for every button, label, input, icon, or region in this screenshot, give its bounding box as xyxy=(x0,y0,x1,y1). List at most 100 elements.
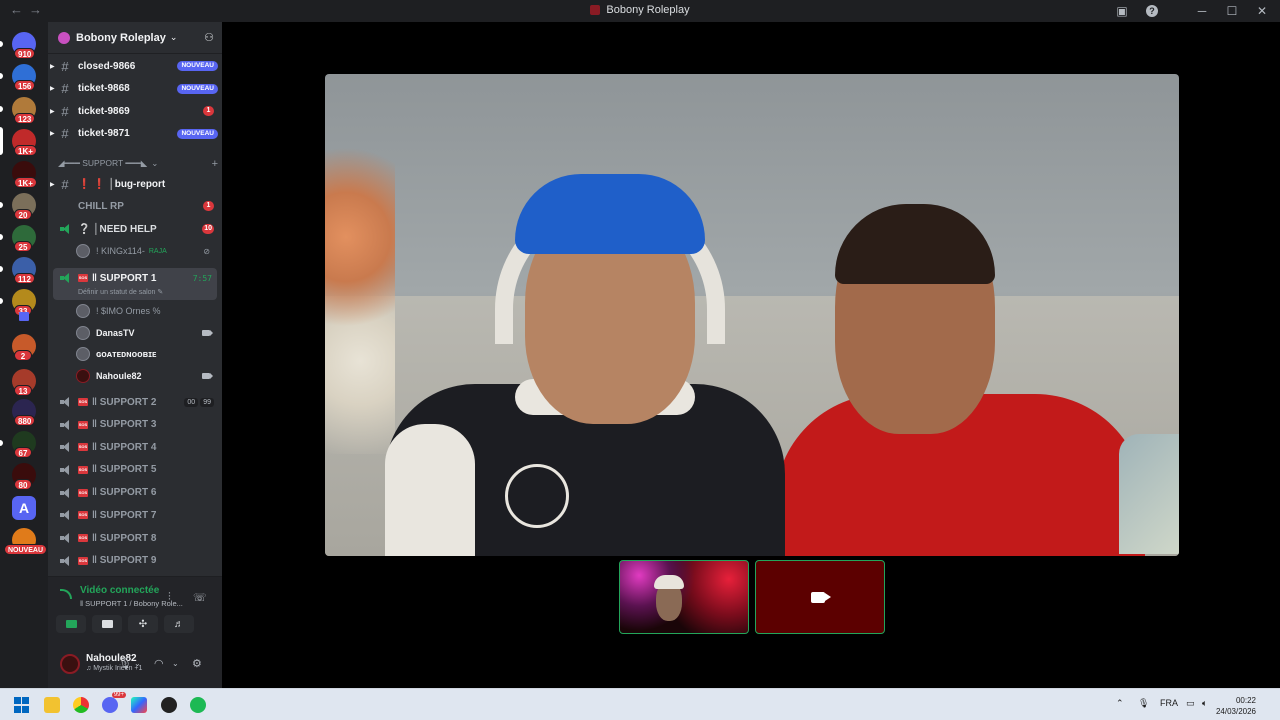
spotify-icon[interactable] xyxy=(190,697,206,713)
voice-member[interactable]: DanasTV xyxy=(76,324,216,342)
chevron-down-icon: ⌄ xyxy=(151,158,159,168)
channel-label: ticket-9871 xyxy=(78,128,130,139)
activities-button[interactable]: ✣ xyxy=(128,615,158,633)
unread-pill xyxy=(0,73,3,79)
mention-badge: 910 xyxy=(14,48,36,59)
disconnect-icon[interactable]: ☏ xyxy=(193,591,207,604)
clock-date: 24/03/2026 xyxy=(1215,707,1256,716)
channel-chill-rp[interactable]: CHILL RP 1 xyxy=(54,196,218,216)
voice-status[interactable]: Vidéo connectée xyxy=(80,585,159,596)
mention-badge: 25 xyxy=(14,241,32,252)
headphones-icon[interactable]: ◠ xyxy=(154,657,164,670)
channel-support-8[interactable]: SOS ‖ SUPPORT 8 xyxy=(54,528,218,548)
unread-pill xyxy=(0,106,3,112)
server-icon[interactable]: A xyxy=(12,496,36,520)
voice-member[interactable]: Nahoule82 xyxy=(76,367,216,385)
channel-support-7[interactable]: SOS ‖ SUPPORT 7 xyxy=(54,505,218,525)
obs-icon[interactable] xyxy=(161,697,177,713)
chevron-up-icon[interactable]: ⌃ xyxy=(1116,698,1124,709)
language-indicator[interactable]: FRA xyxy=(1160,698,1178,708)
text-channel-icon: # xyxy=(61,126,69,141)
unread-marker-icon: ▶ xyxy=(50,108,55,115)
clock[interactable]: 00:22 24/03/2026 xyxy=(1216,695,1256,717)
help-icon[interactable]: ? xyxy=(1144,3,1160,19)
avatar xyxy=(76,325,90,340)
category-support[interactable]: ◢━━━ SUPPORT ━━━◣ ⌄ + xyxy=(58,158,218,170)
voice-member[interactable]: ! KINGx114- RAJA ⊘ xyxy=(76,242,216,260)
maximize-icon[interactable]: ☐ xyxy=(1224,3,1240,19)
unread-pill xyxy=(0,234,3,240)
app-x-icon[interactable] xyxy=(131,697,147,713)
unread-marker-icon: ▶ xyxy=(50,181,55,188)
main-video-feed[interactable] xyxy=(325,74,1179,556)
channel-closed-9866[interactable]: ▶ # closed-9866 NOUVEAU xyxy=(50,56,218,76)
text-channel-icon: # xyxy=(61,103,69,119)
channel-support-4[interactable]: SOS ‖ SUPPORT 4 xyxy=(54,437,218,457)
window-title: Bobony Roleplay xyxy=(0,4,1280,16)
screen-share-button[interactable] xyxy=(92,615,122,633)
mention-badge: 1K+ xyxy=(14,145,37,156)
participant-tile-camera-off[interactable] xyxy=(755,560,885,634)
unread-pill xyxy=(0,202,3,208)
channel-support-2[interactable]: SOS ‖ SUPPORT 2 00 99 xyxy=(54,392,218,412)
channel-ticket-9868[interactable]: ▶ # ticket-9868 NOUVEAU xyxy=(50,79,218,99)
voice-stage xyxy=(222,22,1280,688)
voice-member[interactable]: ɢᴏᴀᴛᴇᴅɴᴏᴏʙɪᴇ xyxy=(76,345,216,363)
user-count: 00 xyxy=(184,397,199,407)
soundboard-button[interactable]: ♬ xyxy=(164,615,194,633)
channel-label: ❗ ❗ │bug-report xyxy=(78,178,166,190)
network-icon[interactable]: ▭ xyxy=(1186,698,1195,709)
unread-pill xyxy=(0,127,3,155)
mention-badge: 112 xyxy=(14,273,35,284)
chevron-down-icon[interactable]: ⌄ xyxy=(172,659,179,668)
avatar xyxy=(76,347,90,361)
close-icon[interactable]: ✕ xyxy=(1254,3,1270,19)
channel-status[interactable]: Définir un statut de salon ✎ xyxy=(78,288,163,296)
member-name: ! KINGx114- xyxy=(96,246,145,256)
participant-tile[interactable] xyxy=(619,560,749,634)
channel-support-9[interactable]: SOS ‖ SUPPORT 9 xyxy=(54,551,218,571)
notification-badge: 99+ xyxy=(111,692,126,698)
clock-time: 00:22 xyxy=(1235,696,1256,705)
channel-support-3[interactable]: SOS ‖ SUPPORT 3 xyxy=(54,415,218,435)
member-name: ɢᴏᴀᴛᴇᴅɴᴏᴏʙɪᴇ xyxy=(96,349,157,359)
channel-support-5[interactable]: SOS ‖ SUPPORT 5 xyxy=(54,460,218,480)
minimize-icon[interactable]: ─ xyxy=(1194,3,1210,19)
avatar[interactable] xyxy=(60,654,80,674)
microphone-icon[interactable]: 🎙︎ xyxy=(1138,698,1149,709)
sos-icon: SOS xyxy=(78,488,88,497)
channel-support-6[interactable]: SOS ‖ SUPPORT 6 xyxy=(54,483,218,503)
channel-ticket-9869[interactable]: ▶ # ticket-9869 1 xyxy=(50,101,218,121)
volume-icon[interactable]: 🔈︎ xyxy=(1202,698,1207,709)
file-explorer-icon[interactable] xyxy=(44,697,60,713)
channel-label: ‖ SUPPORT 7 xyxy=(92,509,157,521)
chevron-down-icon[interactable]: ⌄ xyxy=(134,659,141,668)
channel-bug-report[interactable]: ▶ # ❗ ❗ │bug-report xyxy=(50,174,218,194)
channel-need-help[interactable]: ❔ │NEED HELP 10 xyxy=(54,219,218,239)
discord-icon[interactable]: 99+ xyxy=(102,692,126,713)
channel-support-1[interactable]: SOS ‖ SUPPORT 1 7:57 xyxy=(54,268,218,288)
guild-header[interactable]: Bobony Roleplay ⌄ ⚇ xyxy=(48,22,222,54)
inbox-icon[interactable]: ▣ xyxy=(1114,3,1130,19)
mention-badge: 10 xyxy=(202,224,214,234)
voice-member[interactable]: ! $IMO Ornes % xyxy=(76,302,216,320)
settings-gear-icon[interactable]: ⚙ xyxy=(192,657,202,670)
connection-signal-icon[interactable] xyxy=(60,589,72,599)
camera-button[interactable] xyxy=(56,615,86,633)
noise-suppression-icon[interactable]: ⫶ xyxy=(168,591,171,604)
microphone-icon[interactable]: 🎙︎ xyxy=(118,657,132,670)
member-name: ! $IMO Ornes % xyxy=(96,306,161,316)
voice-channel-icon xyxy=(60,555,74,566)
new-badge: NOUVEAU xyxy=(177,61,218,71)
chrome-icon[interactable] xyxy=(73,697,89,713)
muted-icon: ⊘ xyxy=(203,246,210,256)
channel-label: ‖ SUPPORT 5 xyxy=(92,464,157,476)
channel-ticket-9871[interactable]: ▶ # ticket-9871 NOUVEAU xyxy=(50,124,218,144)
channel-label: ‖ SUPPORT 6 xyxy=(92,487,157,499)
windows-start-icon[interactable] xyxy=(14,697,30,713)
invite-people-icon[interactable]: ⚇ xyxy=(204,31,214,44)
server-folder-icon[interactable] xyxy=(19,312,29,321)
add-channel-icon[interactable]: + xyxy=(212,158,218,170)
sos-icon: SOS xyxy=(78,511,88,520)
unread-pill xyxy=(0,440,3,446)
